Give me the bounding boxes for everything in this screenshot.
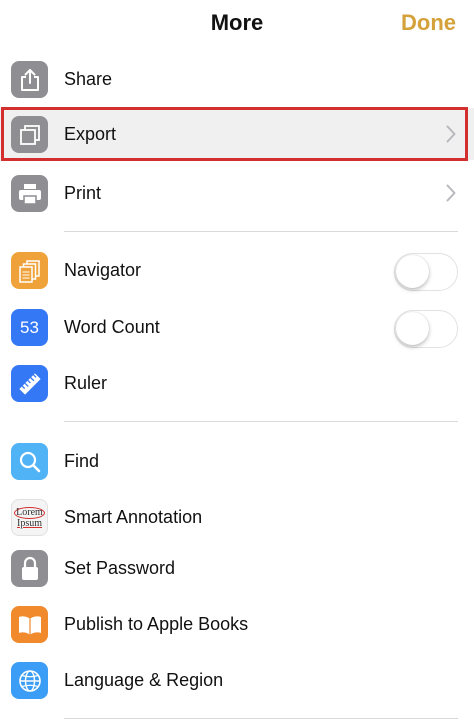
nav-bar: More Done (0, 0, 474, 50)
set-password-label: Set Password (64, 558, 176, 578)
section-divider (64, 421, 458, 422)
word-count-label: Word Count (64, 317, 160, 337)
chevron-right-icon (446, 184, 456, 202)
smart-annotation-row[interactable]: Lorem Ipsum Smart Annotation (0, 489, 474, 545)
toggle-knob (396, 255, 429, 288)
chevron-right-icon (446, 125, 456, 143)
language-region-row[interactable]: Language & Region (0, 652, 474, 708)
export-label: Export (64, 124, 117, 144)
search-icon (11, 443, 48, 480)
toggle-knob (396, 312, 429, 345)
find-row[interactable]: Find (0, 433, 474, 489)
print-label: Print (64, 183, 102, 203)
language-region-label: Language & Region (64, 670, 224, 690)
find-label: Find (64, 451, 100, 471)
navigator-label: Navigator (64, 260, 142, 280)
export-icon (11, 116, 48, 153)
section-divider (64, 718, 458, 719)
print-icon (11, 175, 48, 212)
word-count-row: 53 Word Count (0, 299, 474, 355)
lock-icon (11, 550, 48, 587)
share-icon (11, 61, 48, 98)
publish-books-label: Publish to Apple Books (64, 614, 249, 634)
smart-annotation-icon-text: Lorem Ipsum (14, 506, 45, 529)
share-row[interactable]: Share (0, 51, 474, 107)
ruler-icon (11, 365, 48, 402)
word-count-toggle[interactable] (394, 310, 458, 348)
share-label: Share (64, 69, 113, 89)
navigator-toggle[interactable] (394, 253, 458, 291)
globe-icon (11, 662, 48, 699)
publish-books-row[interactable]: Publish to Apple Books (0, 596, 474, 652)
book-icon (11, 606, 48, 643)
set-password-row[interactable]: Set Password (0, 540, 474, 596)
export-row[interactable]: Export (0, 108, 474, 160)
print-row[interactable]: Print (0, 165, 474, 221)
ruler-label: Ruler (64, 373, 108, 393)
section-divider (64, 231, 458, 232)
done-button[interactable]: Done (401, 10, 456, 36)
word-count-icon: 53 (11, 309, 48, 346)
smart-annotation-icon: Lorem Ipsum (11, 499, 48, 536)
navigator-row: Navigator (0, 242, 474, 298)
smart-annotation-label: Smart Annotation (64, 507, 203, 527)
navigator-icon (11, 252, 48, 289)
word-count-icon-text: 53 (20, 317, 39, 337)
ruler-row[interactable]: Ruler (0, 355, 474, 411)
